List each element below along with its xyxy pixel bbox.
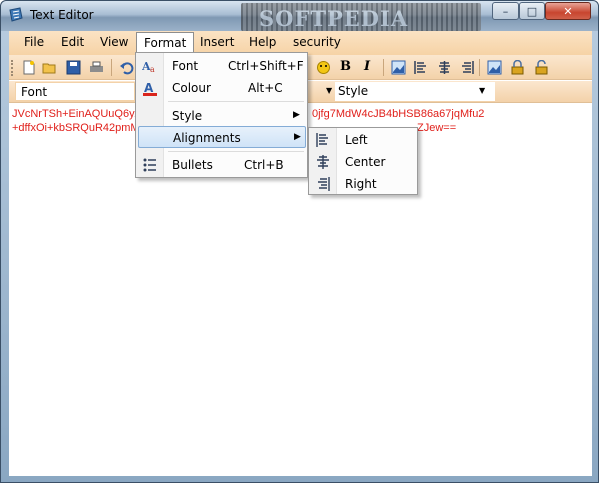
align-right-label: Right <box>345 177 377 191</box>
emoji-icon[interactable] <box>316 60 331 75</box>
format-menu-style[interactable]: Style ▶ <box>138 105 306 127</box>
font-icon: Aa <box>142 60 155 74</box>
svg-text:A: A <box>144 81 154 95</box>
align-center-label: Center <box>345 155 386 169</box>
bullets-icon <box>143 158 156 172</box>
format-menu-bullets[interactable]: Bullets Ctrl+B <box>138 154 306 176</box>
align-left-label: Left <box>345 133 368 147</box>
menu-view[interactable]: View <box>100 35 128 49</box>
editor-line-1-left: JVcNrTSh+EinAQUuQ6yA <box>12 108 142 120</box>
menu-insert[interactable]: Insert <box>200 35 234 49</box>
watermark-text: SOFTPEDIA <box>259 6 409 31</box>
window-title: Text Editor <box>30 8 94 22</box>
menu-file[interactable]: File <box>24 35 44 49</box>
chevron-right-icon: ▶ <box>293 110 300 120</box>
align-center-item[interactable]: Center <box>311 151 416 173</box>
app-window: Text Editor SOFTPEDIA – □ ✕ File Edit Vi… <box>0 0 599 483</box>
align-center-icon <box>317 155 329 169</box>
chevron-down-icon[interactable]: ▼ <box>326 86 332 95</box>
font-combo[interactable]: Font <box>15 82 135 101</box>
menu-separator <box>168 151 304 152</box>
undo-icon[interactable] <box>119 60 134 75</box>
picture-icon[interactable] <box>487 60 502 75</box>
image-icon[interactable] <box>391 60 406 75</box>
chevron-down-icon[interactable]: ▼ <box>479 86 485 95</box>
colour-icon: A <box>143 81 157 96</box>
align-left-icon <box>316 133 328 147</box>
print-icon[interactable] <box>89 60 104 75</box>
align-right-item[interactable]: Right <box>311 173 416 195</box>
minimize-button[interactable]: – <box>492 2 519 20</box>
align-right-icon <box>318 177 330 191</box>
editor-line-2-left: +dffxOi+kbSRQuR42pmM <box>12 122 140 134</box>
italic-button[interactable]: I <box>364 59 379 74</box>
format-menu-colour-label: Colour <box>172 81 211 95</box>
menu-separator <box>168 101 304 102</box>
toolbar-grip[interactable] <box>11 60 14 76</box>
editor-line-1-right: 0jfg7MdW4cJB4bHSB86a67jqMfu2 <box>312 108 485 120</box>
toolbar-separator <box>111 59 112 76</box>
title-bar[interactable]: Text Editor SOFTPEDIA – □ ✕ <box>1 1 598 31</box>
toolbar-separator <box>383 59 384 76</box>
new-file-icon[interactable] <box>21 60 36 75</box>
font-combo-label: Font <box>21 85 48 99</box>
toolbar-separator <box>479 59 480 76</box>
bold-button[interactable]: B <box>340 59 355 74</box>
maximize-button[interactable]: □ <box>519 2 545 20</box>
format-dropdown: Aa Font Ctrl+Shift+F A Colour Alt+C Styl… <box>135 52 308 178</box>
watermark-banner: SOFTPEDIA <box>241 3 481 31</box>
chevron-right-icon: ▶ <box>294 132 301 142</box>
menu-help[interactable]: Help <box>249 35 276 49</box>
format-menu-bullets-label: Bullets <box>172 158 213 172</box>
format-menu-alignments-label: Alignments <box>173 131 241 145</box>
format-menu-alignments[interactable]: Alignments ▶ <box>138 126 306 148</box>
lock-icon[interactable] <box>510 60 525 75</box>
format-menu-bullets-shortcut: Ctrl+B <box>244 158 284 172</box>
align-right-icon[interactable] <box>460 60 475 75</box>
align-left-icon[interactable] <box>413 60 428 75</box>
style-combo[interactable]: Style <box>335 82 495 101</box>
format-menu-font-label: Font <box>172 59 199 73</box>
menu-security[interactable]: security <box>293 35 341 49</box>
format-menu-colour[interactable]: A Colour Alt+C <box>138 77 306 99</box>
editor-line-2-right: ZJew== <box>417 122 457 134</box>
save-icon[interactable] <box>66 60 81 75</box>
unlock-icon[interactable] <box>534 60 549 75</box>
format-menu-font[interactable]: Aa Font Ctrl+Shift+F <box>138 55 306 77</box>
svg-text:a: a <box>150 65 155 74</box>
format-menu-font-shortcut: Ctrl+Shift+F <box>228 59 304 73</box>
open-folder-icon[interactable] <box>42 60 57 75</box>
format-menu-colour-shortcut: Alt+C <box>248 81 283 95</box>
format-menu-style-label: Style <box>172 109 203 123</box>
menu-edit[interactable]: Edit <box>61 35 84 49</box>
app-icon <box>9 7 23 22</box>
style-combo-label: Style <box>338 84 369 98</box>
align-left-item[interactable]: Left <box>311 129 416 151</box>
close-button[interactable]: ✕ <box>545 2 591 20</box>
align-center-icon[interactable] <box>437 60 452 75</box>
alignments-submenu: Left Center Right <box>308 127 418 195</box>
